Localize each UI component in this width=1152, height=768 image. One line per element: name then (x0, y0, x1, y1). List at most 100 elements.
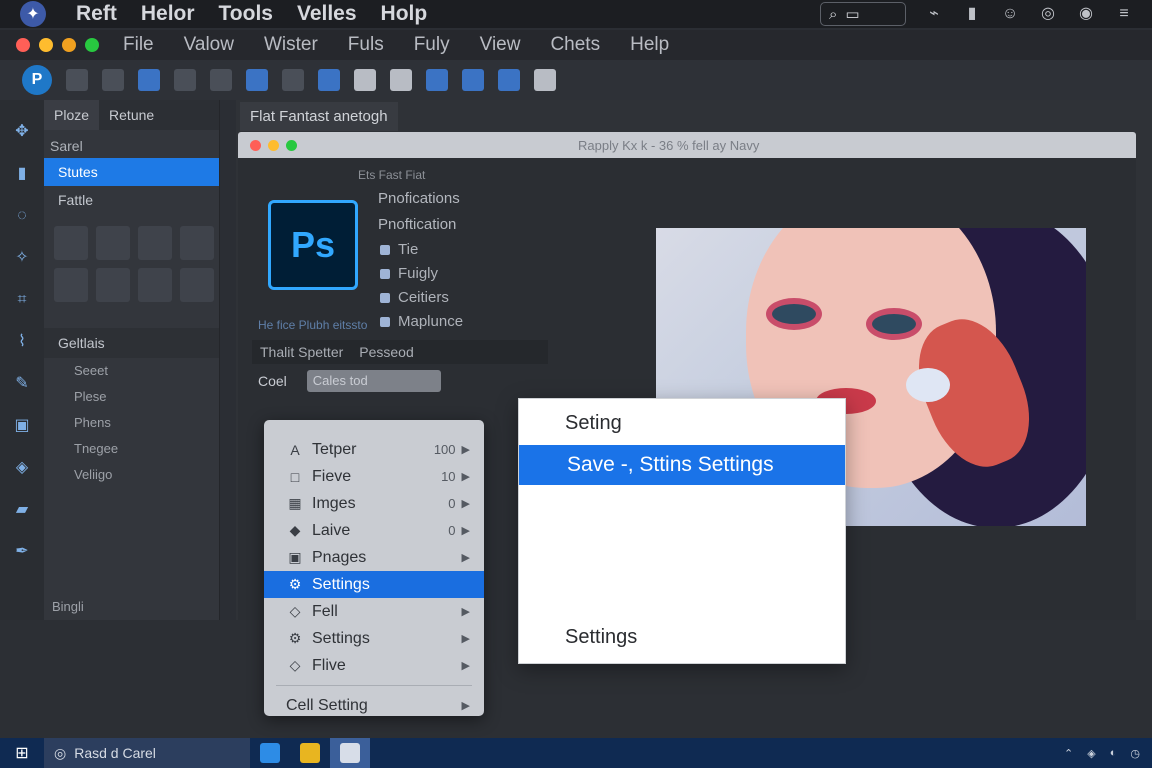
os-menu-item[interactable]: Tools (219, 2, 273, 26)
swatch-icon[interactable] (138, 268, 172, 302)
gradient-tool-icon[interactable]: ▰ (12, 500, 32, 520)
swatch-icon[interactable] (138, 226, 172, 260)
app-menu-item[interactable]: Help (630, 34, 669, 56)
copy-tool-icon[interactable] (390, 69, 412, 91)
eraser-tool-icon[interactable]: ◈ (12, 458, 32, 478)
app-menu-item[interactable]: Fuly (414, 34, 450, 56)
os-menu-item[interactable]: Velles (297, 2, 357, 26)
brush-tool-icon[interactable] (138, 69, 160, 91)
fullscreen-window-button[interactable] (85, 38, 99, 52)
os-menu-item[interactable]: Helor (141, 2, 195, 26)
grid-tool-icon[interactable] (102, 69, 124, 91)
panel-sub-item[interactable]: Phens (44, 410, 219, 436)
swatch-icon[interactable] (180, 226, 214, 260)
control-center-icon[interactable]: ◎ (1038, 4, 1058, 24)
info-checkbox[interactable]: Ceitiers (378, 286, 463, 310)
panel-item[interactable]: Fattle (44, 186, 219, 214)
lasso-tool-icon[interactable]: ◌ (12, 206, 32, 226)
close-window-button[interactable] (16, 38, 30, 52)
wifi-icon[interactable]: ⌁ (924, 4, 944, 24)
swatch-icon[interactable] (96, 226, 130, 260)
user-icon[interactable]: ☺ (1000, 4, 1020, 24)
context-menu-item[interactable]: ⚙ Settings ▶ (264, 625, 484, 652)
pencil-tool-icon[interactable] (318, 69, 340, 91)
menu-icon[interactable]: ≡ (1114, 4, 1134, 24)
app-menu-item[interactable]: Fuls (348, 34, 384, 56)
app-menu-item[interactable]: Wister (264, 34, 318, 56)
taskbar-app-editor[interactable] (330, 738, 370, 768)
magic-wand-tool-icon[interactable]: ✧ (12, 248, 32, 268)
start-menu-icon[interactable]: ⊞ (0, 738, 44, 768)
swatch-icon[interactable] (54, 226, 88, 260)
context-menu-item-cell-setting[interactable]: Cell Setting ▶ (264, 692, 484, 719)
panel-item-selected[interactable]: Stutes (44, 158, 219, 186)
panel-sub-item[interactable]: Tnegee (44, 436, 219, 462)
brush-icon[interactable]: ✎ (12, 374, 32, 394)
info-checkbox[interactable]: Maplunce (378, 310, 463, 334)
arrange-tool-icon[interactable] (210, 69, 232, 91)
document-tool-icon[interactable] (354, 69, 376, 91)
taskbar-app-browser[interactable] (250, 738, 290, 768)
context-menu-item[interactable]: ▦ Imges 0 ▶ (264, 490, 484, 517)
select-dropdown[interactable]: Cales tod (306, 370, 441, 392)
panel-search-label[interactable]: Sarel (44, 130, 219, 158)
app-menu-item[interactable]: Valow (184, 34, 234, 56)
volume-icon[interactable]: ◐ (1110, 747, 1117, 760)
battery-icon[interactable]: ▮ (962, 4, 982, 24)
app-menu-item[interactable]: File (123, 34, 154, 56)
eyedropper-tool-icon[interactable]: ⌇ (12, 332, 32, 352)
account-tool-icon[interactable] (534, 69, 556, 91)
context-menu-item[interactable]: ◇ Flive ▶ (264, 652, 484, 679)
panel-sub-item[interactable]: Veliigo (44, 462, 219, 488)
app-menu-item[interactable]: Chets (550, 34, 600, 56)
context-menu-item[interactable]: A Tetper 100 ▶ (264, 436, 484, 463)
pen-tool-icon[interactable] (246, 69, 268, 91)
pen-icon[interactable]: ✒ (12, 542, 32, 562)
move-tool-icon[interactable]: ✥ (12, 122, 32, 142)
swatch-icon[interactable] (180, 268, 214, 302)
clock-icon[interactable]: ◷ (1130, 747, 1140, 760)
info-checkbox[interactable]: Fuigly (378, 262, 463, 286)
swatch-icon[interactable] (96, 268, 130, 302)
image-tool-icon[interactable] (498, 69, 520, 91)
chart-tool-icon[interactable] (282, 69, 304, 91)
document-tab[interactable]: Flat Fantast anetogh (240, 102, 398, 131)
context-menu-item[interactable]: ◆ Laive 0 ▶ (264, 517, 484, 544)
context-menu-item-settings-selected[interactable]: ⚙ Settings (264, 571, 484, 598)
share-tool-icon[interactable] (462, 69, 484, 91)
stamp-tool-icon[interactable]: ▣ (12, 416, 32, 436)
panel-sub-item[interactable]: Seeet (44, 358, 219, 384)
crop-tool-icon[interactable]: ⌗ (12, 290, 32, 310)
os-search-box[interactable]: ⌕ ▭ (820, 2, 906, 26)
globe-tool-icon[interactable] (426, 69, 448, 91)
zoom-tool-icon[interactable] (66, 69, 88, 91)
context-menu-item[interactable]: ▣ Pnages ▶ (264, 544, 484, 571)
panel-sub-item[interactable]: Plese (44, 384, 219, 410)
app-home-icon[interactable]: P (22, 65, 52, 95)
taskbar-search[interactable]: ◎ Rasd d Carel (44, 738, 250, 768)
app-menu-item[interactable]: View (480, 34, 521, 56)
maximize-doc-button[interactable] (286, 139, 297, 151)
os-menu-item[interactable]: Holp (381, 2, 428, 26)
marquee-tool-icon[interactable]: ▮ (12, 164, 32, 184)
context-menu-item[interactable]: ◇ Fell ▶ (264, 598, 484, 625)
settings-dialog-selected-item[interactable]: Save -, Sttins Settings (519, 445, 845, 485)
settings-dialog-title[interactable]: Seting (519, 399, 845, 445)
panel-tab[interactable]: Retune (99, 100, 164, 130)
network-icon[interactable]: ◈ (1087, 747, 1095, 760)
field-value[interactable]: Pesseod (351, 344, 421, 360)
maximize-window-button[interactable] (62, 38, 76, 52)
layers-tool-icon[interactable] (174, 69, 196, 91)
notification-icon[interactable]: ◉ (1076, 4, 1096, 24)
minimize-window-button[interactable] (39, 38, 53, 52)
tray-chevron-icon[interactable]: ⌃ (1064, 747, 1073, 760)
os-menu-item[interactable]: Reft (76, 2, 117, 26)
taskbar-app-files[interactable] (290, 738, 330, 768)
os-logo-icon[interactable]: ✦ (20, 1, 46, 27)
close-doc-button[interactable] (250, 139, 261, 151)
swatch-icon[interactable] (54, 268, 88, 302)
minimize-doc-button[interactable] (268, 139, 279, 151)
info-checkbox[interactable]: Tie (378, 238, 463, 262)
settings-dialog-footer-item[interactable]: Settings (565, 626, 637, 649)
panel-section-header[interactable]: Geltlais (44, 328, 219, 358)
